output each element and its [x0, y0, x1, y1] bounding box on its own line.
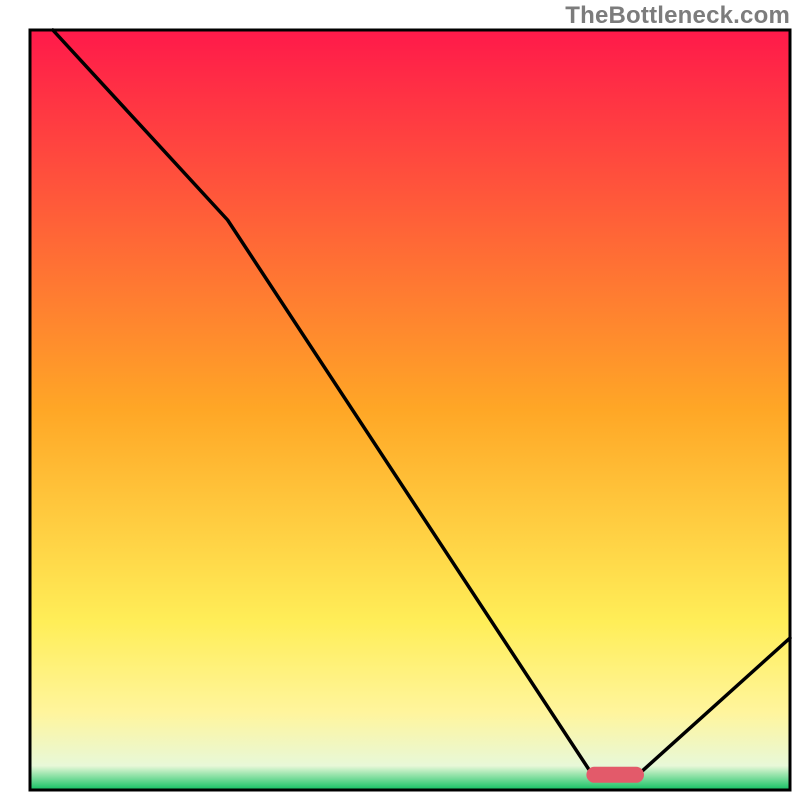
watermark-text: TheBottleneck.com — [565, 2, 790, 30]
chart-stage: TheBottleneck.com — [0, 0, 800, 800]
plot-gradient-fill — [32, 32, 789, 789]
optimal-range-marker — [586, 767, 644, 783]
bottleneck-chart — [0, 0, 800, 800]
